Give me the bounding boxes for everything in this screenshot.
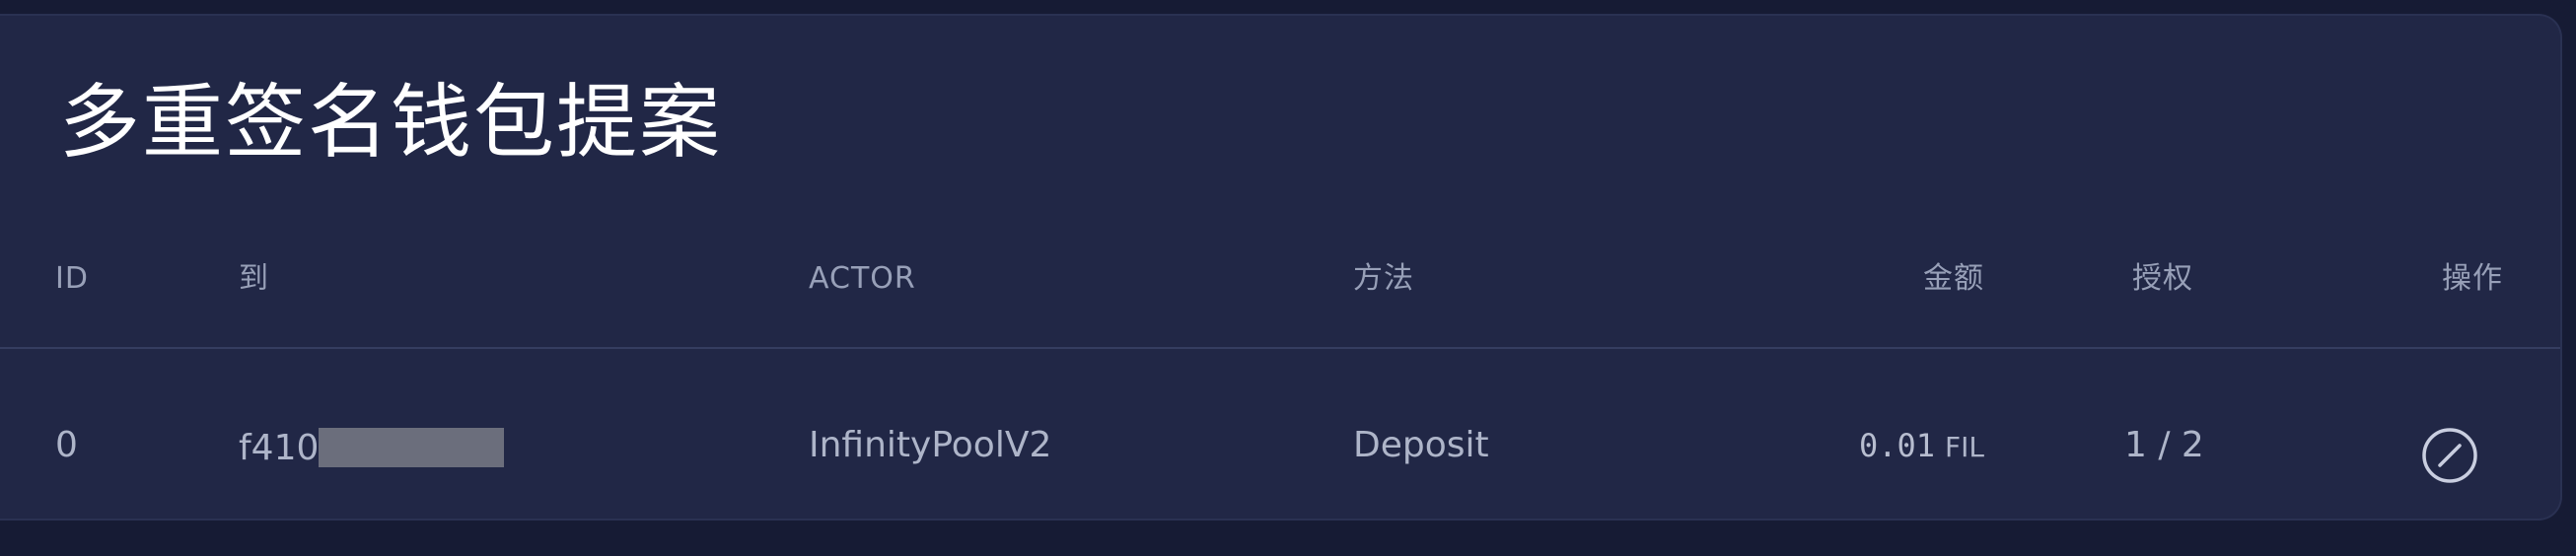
column-header-method: 方法 bbox=[1353, 261, 1414, 296]
cell-actor: InfinityPoolV2 bbox=[809, 425, 1052, 465]
cancel-circle-slash-icon bbox=[2422, 428, 2477, 483]
cell-id: 0 bbox=[55, 425, 78, 465]
cell-to: f410 bbox=[239, 428, 505, 468]
column-header-to: 到 bbox=[239, 261, 269, 296]
column-header-amount: 金额 bbox=[1923, 261, 1984, 296]
amount-unit: FIL bbox=[1945, 431, 1984, 463]
panel-title: 多重签名钱包提案 bbox=[59, 76, 723, 170]
amount-value: 0.01 bbox=[1858, 427, 1936, 464]
column-header-approvals: 授权 bbox=[2132, 261, 2193, 296]
redacted-address-block bbox=[319, 428, 505, 467]
cell-approvals: 1 / 2 bbox=[2124, 425, 2204, 465]
table-row: 0 f410 InfinityPoolV2 Deposit 0.01 FIL 1 … bbox=[0, 349, 2560, 521]
column-header-actor: ACTOR bbox=[809, 261, 916, 296]
cancel-proposal-button[interactable] bbox=[2420, 426, 2479, 485]
to-address-prefix: f410 bbox=[239, 428, 320, 468]
column-header-id: ID bbox=[55, 261, 89, 296]
proposals-panel: 多重签名钱包提案 ID 到 ACTOR 方法 金额 授权 操作 0 f410 I… bbox=[0, 14, 2562, 521]
column-header-actions: 操作 bbox=[2442, 261, 2503, 296]
cell-method: Deposit bbox=[1353, 425, 1489, 465]
cell-amount: 0.01 FIL bbox=[1859, 428, 1984, 463]
